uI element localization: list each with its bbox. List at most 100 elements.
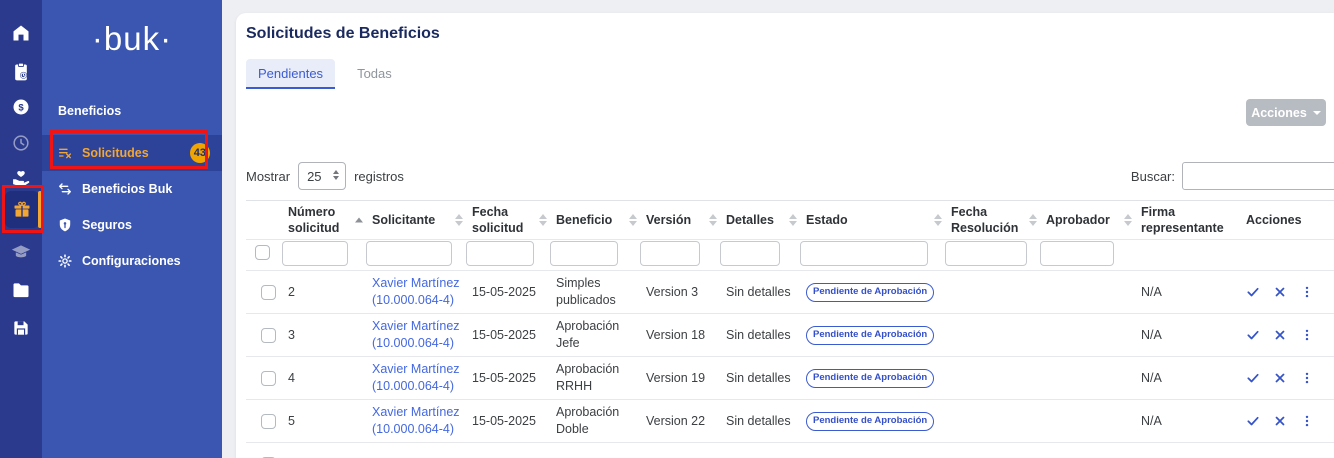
approve-check-icon[interactable]: [1246, 285, 1260, 299]
cell-fecha-solicitud: 15-05-2025: [466, 271, 550, 314]
reject-x-icon[interactable]: [1273, 371, 1287, 385]
search-input[interactable]: [1182, 162, 1334, 190]
col-header-solicitante[interactable]: Solicitante: [366, 201, 466, 240]
sort-icon: [629, 214, 637, 226]
select-stepper-icon: [333, 170, 339, 180]
reject-x-icon[interactable]: [1273, 285, 1287, 299]
more-options-kebab-icon[interactable]: [1300, 371, 1314, 385]
page-size-select[interactable]: 25: [298, 162, 346, 190]
more-options-kebab-icon[interactable]: [1300, 328, 1314, 342]
home-icon[interactable]: [11, 23, 31, 43]
page-size-value: 25: [307, 169, 321, 184]
row-checkbox[interactable]: [261, 371, 276, 386]
dollar-coin-icon[interactable]: $: [11, 97, 31, 117]
cell-version: Version 18: [640, 314, 720, 357]
cell-beneficio: Aprobación RRHH: [550, 357, 640, 400]
filter-input-beneficio[interactable]: [550, 241, 618, 266]
cell-numero: 3: [282, 314, 366, 357]
sidebar-item-configuraciones[interactable]: Configuraciones: [42, 243, 222, 279]
col-header-fecha_solicitud[interactable]: Fecha solicitud: [466, 201, 550, 240]
search-control: Buscar:: [1131, 162, 1334, 190]
solicitante-link[interactable]: Xavier Martínez (10.000.064-4): [372, 276, 460, 307]
table-wrap: Número solicitudSolicitanteFecha solicit…: [246, 200, 1334, 458]
filter-input-numero[interactable]: [282, 241, 348, 266]
estado-badge: Pendiente de Aprobación: [806, 369, 934, 388]
table-row: 5Xavier Martínez (10.000.064-4)15-05-202…: [246, 400, 1334, 443]
sort-icon: [1029, 214, 1037, 226]
acciones-button-label: Acciones: [1251, 106, 1307, 120]
show-label: Mostrar: [246, 169, 290, 184]
col-header-version[interactable]: Versión: [640, 201, 720, 240]
sidebar-item-beneficios-buk[interactable]: Beneficios Buk: [42, 171, 222, 207]
acciones-button[interactable]: Acciones: [1246, 99, 1326, 126]
cell-detalles: Sin detalles: [720, 271, 800, 314]
floppy-disk-icon[interactable]: [11, 318, 31, 338]
cell-beneficio: Aprobación Doble: [550, 400, 640, 443]
cell-beneficio: Aprobación Jefe: [550, 314, 640, 357]
col-header-detalles[interactable]: Detalles: [720, 201, 800, 240]
cell-numero: 5: [282, 400, 366, 443]
hand-heart-icon[interactable]: [11, 168, 31, 188]
cell-version: Version 19: [640, 357, 720, 400]
cell-fecha-resolucion: [945, 314, 1040, 357]
approve-check-icon[interactable]: [1246, 414, 1260, 428]
cell-detalles: Sin detalles: [720, 357, 800, 400]
cell-detalles: Sin detalles: [720, 314, 800, 357]
requests-table: Número solicitudSolicitanteFecha solicit…: [246, 200, 1334, 458]
tab-pendientes[interactable]: Pendientes: [246, 59, 335, 89]
filter-input-estado[interactable]: [800, 241, 928, 266]
sort-icon: [539, 214, 547, 226]
approve-check-icon[interactable]: [1246, 371, 1260, 385]
sidebar-item-label: Configuraciones: [82, 254, 181, 268]
folder-icon[interactable]: [11, 280, 31, 300]
row-checkbox[interactable]: [261, 285, 276, 300]
estado-badge: Pendiente de Aprobación: [806, 326, 934, 345]
filter-input-fecha_resolucion[interactable]: [945, 241, 1027, 266]
graduation-cap-icon[interactable]: [11, 242, 31, 262]
filter-input-detalles[interactable]: [720, 241, 780, 266]
content-card: Solicitudes de Beneficios Pendientes Tod…: [236, 13, 1334, 458]
col-header-beneficio[interactable]: Beneficio: [550, 201, 640, 240]
sidebar-item-label: Seguros: [82, 218, 132, 232]
cell-aprobador: [1040, 357, 1135, 400]
sort-icon: [934, 214, 942, 226]
filter-input-version[interactable]: [640, 241, 700, 266]
reject-x-icon[interactable]: [1273, 328, 1287, 342]
col-header-aprobador[interactable]: Aprobador: [1040, 201, 1135, 240]
approve-check-icon[interactable]: [1246, 328, 1260, 342]
filter-input-solicitante[interactable]: [366, 241, 452, 266]
col-header-numero[interactable]: Número solicitud: [282, 201, 366, 240]
tab-todas[interactable]: Todas: [345, 59, 404, 89]
sidebar-item-seguros[interactable]: Seguros: [42, 207, 222, 243]
solicitante-link[interactable]: Xavier Martínez (10.000.064-4): [372, 405, 460, 436]
estado-badge: Pendiente de Aprobación: [806, 412, 934, 431]
filter-input-fecha_solicitud[interactable]: [466, 241, 534, 266]
row-checkbox[interactable]: [261, 328, 276, 343]
cell-fecha-resolucion: [945, 271, 1040, 314]
sidebar-item-solicitudes[interactable]: Solicitudes43: [42, 135, 222, 171]
filter-row: [246, 240, 1334, 271]
cell-firma: N/A: [1135, 271, 1240, 314]
col-header-fecha_resolucion[interactable]: Fecha Resolución: [945, 201, 1040, 240]
more-options-kebab-icon[interactable]: [1300, 414, 1314, 428]
col-header-estado[interactable]: Estado: [800, 201, 945, 240]
reject-x-icon[interactable]: [1273, 414, 1287, 428]
sort-icon: [455, 214, 463, 226]
filter-input-aprobador[interactable]: [1040, 241, 1114, 266]
solicitante-link[interactable]: Xavier Martínez (10.000.064-4): [372, 362, 460, 393]
cell-fecha-solicitud: 15-05-2025: [466, 400, 550, 443]
gift-icon[interactable]: [5, 191, 39, 228]
table-row-partial: Xavier MartínezAprobación: [246, 443, 1334, 458]
list-x-icon: [57, 145, 73, 161]
more-options-kebab-icon[interactable]: [1300, 285, 1314, 299]
clipboard-clock-icon[interactable]: [11, 62, 31, 82]
gear-icon: [57, 253, 73, 269]
sort-icon: [789, 214, 797, 226]
sidebar: ·buk· Beneficios Solicitudes43Beneficios…: [42, 0, 222, 458]
row-checkbox[interactable]: [261, 414, 276, 429]
solicitante-link[interactable]: Xavier Martínez (10.000.064-4): [372, 319, 460, 350]
select-all-checkbox[interactable]: [255, 245, 270, 260]
clock-icon[interactable]: [11, 133, 31, 153]
svg-text:$: $: [18, 103, 24, 114]
sidebar-section-label: Beneficios: [58, 104, 121, 118]
